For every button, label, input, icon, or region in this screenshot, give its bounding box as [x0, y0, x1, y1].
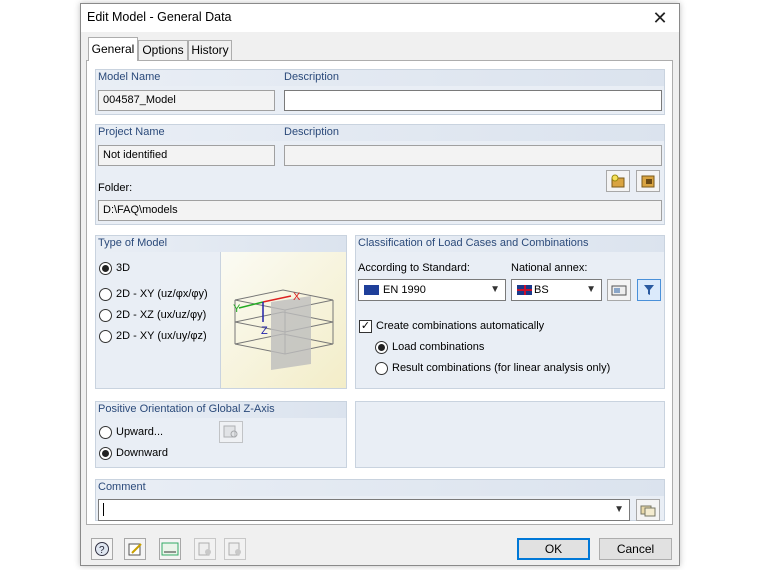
edit-annex-icon: [611, 285, 627, 296]
svg-text:Y: Y: [233, 303, 241, 315]
standard-select[interactable]: EN 1990 ▼: [358, 279, 506, 301]
export-button[interactable]: [224, 538, 246, 560]
help-icon: ?: [95, 542, 109, 556]
model-name-group: Model Name Description 004587_Model: [95, 69, 665, 115]
orientation-header: Positive Orientation of Global Z-Axis: [96, 402, 346, 418]
model-description-field[interactable]: [284, 90, 662, 111]
model-2d-xz-label: 2D - XZ (ux/uz/φy): [116, 309, 207, 321]
type-of-model-title: Type of Model: [98, 237, 168, 249]
project-description-field[interactable]: [284, 145, 662, 166]
orientation-title: Positive Orientation of Global Z-Axis: [98, 403, 275, 415]
classification-title: Classification of Load Cases and Combina…: [358, 237, 589, 249]
svg-text:Z: Z: [261, 325, 268, 337]
type-of-model-group: Type of Model 3D 2D - XY (uz/φx/φy) 2D -…: [95, 235, 347, 389]
units-button[interactable]: [159, 538, 181, 560]
ok-button[interactable]: OK: [517, 538, 590, 560]
new-project-button[interactable]: [606, 170, 630, 192]
model-group-header: Model Name Description: [96, 70, 664, 86]
national-annex-value: BS: [534, 284, 549, 296]
new-project-icon: [611, 174, 625, 188]
empty-panel: [355, 401, 665, 468]
national-annex-select[interactable]: BS ▼: [511, 279, 602, 301]
export-icon: [228, 542, 241, 556]
details-icon: [223, 425, 238, 438]
classification-header: Classification of Load Cases and Combina…: [356, 236, 664, 252]
comment-group: Comment ▼: [95, 479, 665, 521]
create-combinations-label: Create combinations automatically: [376, 320, 545, 332]
import-icon: [198, 542, 211, 556]
comment-library-button[interactable]: [636, 499, 660, 521]
filter-icon: [644, 285, 654, 295]
orientation-group: Positive Orientation of Global Z-Axis Up…: [95, 401, 347, 468]
chevron-down-icon: ▼: [614, 504, 624, 515]
result-combinations-label: Result combinations (for linear analysis…: [392, 362, 611, 374]
model-2d-xy-planar-label: 2D - XY (ux/uy/φz): [116, 330, 207, 342]
edit-button[interactable]: [124, 538, 146, 560]
project-group-header: Project Name Description: [96, 125, 664, 141]
result-combinations-radio[interactable]: [375, 362, 388, 375]
downward-label: Downward: [116, 447, 168, 459]
folder-label: Folder:: [98, 182, 133, 194]
project-manager-button[interactable]: [636, 170, 660, 192]
edit-model-dialog: Edit Model - General Data ✕ General Opti…: [80, 3, 680, 566]
model-description-label: Description: [284, 71, 340, 83]
orientation-details-button[interactable]: [219, 421, 243, 443]
classification-group: Classification of Load Cases and Combina…: [355, 235, 665, 389]
load-combinations-radio[interactable]: [375, 341, 388, 354]
title-bar: Edit Model - General Data ✕: [81, 4, 679, 32]
project-manager-icon: [641, 175, 655, 188]
import-button[interactable]: [194, 538, 216, 560]
standard-value: EN 1990: [383, 284, 426, 296]
comment-input[interactable]: ▼: [98, 499, 630, 521]
tab-options[interactable]: Options: [138, 40, 188, 60]
model-2d-xy-planar-radio[interactable]: [99, 330, 112, 343]
model-2d-xy-radio[interactable]: [99, 288, 112, 301]
model-3d-radio[interactable]: [99, 262, 112, 275]
national-annex-label: National annex:: [511, 262, 588, 274]
model-name-field[interactable]: 004587_Model: [98, 90, 275, 111]
tab-history[interactable]: History: [188, 40, 232, 60]
project-group: Project Name Description Not identified …: [95, 124, 665, 225]
edit-annex-button[interactable]: [607, 279, 631, 301]
model-2d-xz-radio[interactable]: [99, 309, 112, 322]
tab-general[interactable]: General: [88, 37, 138, 61]
folder-field[interactable]: D:\FAQ\models: [98, 200, 662, 221]
tab-history-label: History: [191, 43, 229, 57]
downward-radio[interactable]: [99, 447, 112, 460]
filter-button[interactable]: [637, 279, 661, 301]
upward-label: Upward...: [116, 426, 164, 438]
general-tab-page: Model Name Description 004587_Model Proj…: [86, 60, 673, 525]
project-name-field[interactable]: Not identified: [98, 145, 275, 166]
create-combinations-checkbox[interactable]: ✓: [359, 320, 372, 333]
project-name-label: Project Name: [98, 126, 165, 138]
chevron-down-icon: ▼: [586, 284, 596, 295]
tab-general-label: General: [91, 42, 135, 56]
uk-flag-icon: [517, 285, 532, 295]
svg-text:?: ?: [99, 545, 105, 556]
window-title: Edit Model - General Data: [87, 10, 232, 24]
type-of-model-header: Type of Model: [96, 236, 346, 252]
standard-label: According to Standard:: [358, 262, 470, 274]
comment-header: Comment: [96, 480, 664, 496]
svg-text:X: X: [293, 291, 301, 303]
model-type-preview: X Y Z: [220, 252, 346, 388]
units-icon: [161, 542, 179, 556]
load-combinations-label: Load combinations: [392, 341, 485, 353]
text-cursor: [103, 503, 104, 516]
model-3d-label: 3D: [116, 262, 131, 274]
cancel-button[interactable]: Cancel: [599, 538, 672, 560]
project-description-label: Description: [284, 126, 340, 138]
eu-flag-icon: [364, 285, 379, 295]
model-name-label: Model Name: [98, 71, 161, 83]
structure-preview-icon: X Y Z: [233, 289, 334, 370]
comment-title: Comment: [98, 481, 146, 493]
model-2d-xy-label: 2D - XY (uz/φx/φy): [116, 288, 208, 300]
edit-icon: [128, 543, 142, 556]
help-button[interactable]: ?: [91, 538, 113, 560]
upward-radio[interactable]: [99, 426, 112, 439]
chevron-down-icon: ▼: [490, 284, 500, 295]
comment-library-icon: [640, 505, 656, 517]
tab-options-label: Options: [142, 43, 184, 57]
close-icon[interactable]: ✕: [649, 7, 671, 29]
